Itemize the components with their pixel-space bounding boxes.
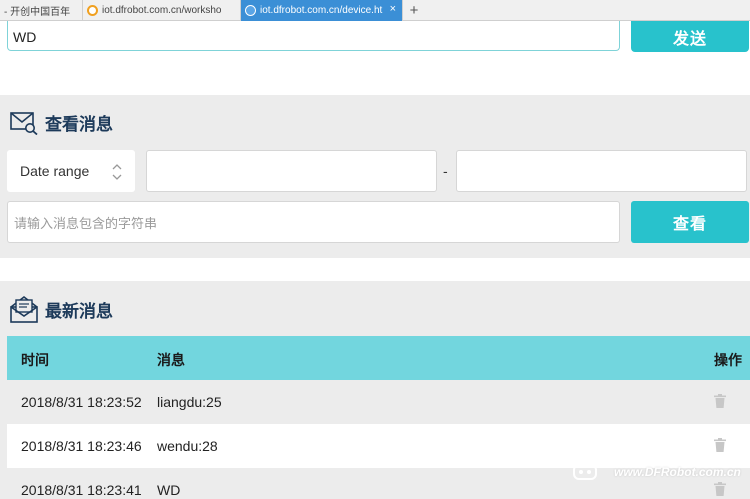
view-button[interactable]: 查看 xyxy=(631,201,749,243)
date-range-label: Date range xyxy=(20,163,90,179)
date-range-select[interactable]: Date range xyxy=(7,150,135,192)
tab-label: iot.dfrobot.com.cn/device.ht xyxy=(260,5,383,16)
browser-tab-3-active[interactable]: iot.dfrobot.com.cn/device.ht × xyxy=(241,0,403,21)
open-envelope-icon xyxy=(10,295,38,323)
start-date-input[interactable] xyxy=(146,150,437,192)
latest-messages-header: 最新消息 xyxy=(10,295,113,323)
browser-tab-bar: - 开创中国百年 iot.dfrobot.com.cn/worksho iot.… xyxy=(0,0,750,21)
close-tab-icon[interactable]: × xyxy=(390,3,396,15)
section-spacer xyxy=(0,258,750,281)
view-messages-section: 查看消息 Date range - 请输入消息包含的字符串 查看 xyxy=(0,95,750,258)
tab-label: iot.dfrobot.com.cn/worksho xyxy=(102,5,222,16)
table-row: 2018/8/31 18:23:52 liangdu:25 xyxy=(7,380,750,424)
latest-messages-title: 最新消息 xyxy=(45,301,113,321)
column-header-action: 操作 xyxy=(714,352,742,368)
row-message: wendu:28 xyxy=(157,438,218,454)
date-separator: - xyxy=(443,163,448,179)
envelope-search-icon xyxy=(10,111,38,135)
trash-icon[interactable] xyxy=(714,394,726,408)
section-spacer xyxy=(0,72,750,95)
trash-icon[interactable] xyxy=(714,482,726,496)
column-header-time: 时间 xyxy=(21,352,49,368)
trash-icon[interactable] xyxy=(714,438,726,452)
view-messages-header: 查看消息 xyxy=(10,110,113,135)
bulb-favicon-icon xyxy=(87,5,98,16)
row-message: liangdu:25 xyxy=(157,394,222,410)
browser-tab-2[interactable]: iot.dfrobot.com.cn/worksho xyxy=(83,0,241,21)
row-time: 2018/8/31 18:23:41 xyxy=(21,482,142,498)
end-date-input[interactable] xyxy=(456,150,747,192)
select-arrows-icon xyxy=(112,164,122,180)
column-header-message: 消息 xyxy=(157,352,185,368)
watermark-text: www.DFRobot.com.cn xyxy=(614,465,741,479)
dfrobot-watermark: www.DFRobot.com.cn xyxy=(570,461,741,483)
message-search-input[interactable]: 请输入消息包含的字符串 xyxy=(7,201,620,243)
new-tab-button[interactable]: + xyxy=(403,0,425,20)
browser-tab-1[interactable]: - 开创中国百年 xyxy=(0,0,83,21)
row-message: WD xyxy=(157,482,181,498)
send-button[interactable]: 发送 xyxy=(631,21,749,52)
tab-label: - 开创中国百年 xyxy=(4,7,71,18)
messages-table-header: 时间 消息 操作 xyxy=(7,336,750,380)
dfrobot-logo-icon xyxy=(573,464,597,480)
row-time: 2018/8/31 18:23:46 xyxy=(21,438,142,454)
globe-favicon-icon xyxy=(245,5,256,16)
send-section: WD 发送 xyxy=(0,21,750,72)
view-messages-title: 查看消息 xyxy=(45,115,113,134)
row-time: 2018/8/31 18:23:52 xyxy=(21,394,142,410)
send-message-input[interactable]: WD xyxy=(7,21,620,51)
